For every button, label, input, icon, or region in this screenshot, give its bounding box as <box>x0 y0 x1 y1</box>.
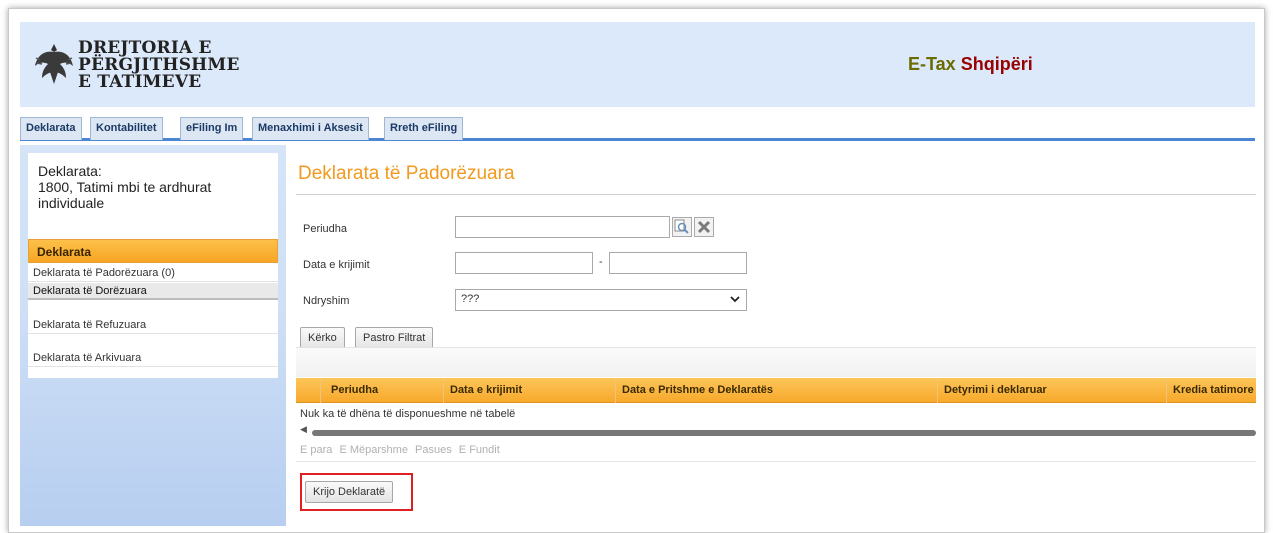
change-label: Ndryshim <box>303 295 350 307</box>
tab-kontabilitet[interactable]: Kontabilitet <box>90 117 163 140</box>
dpt-logo[interactable]: DREJTORIA E PËRGJITHSHME E TATIMEVE <box>34 32 244 96</box>
sidebar-title-line-2: 1800, Tatimi mbi te ardhurat <box>38 179 212 195</box>
chevron-down-icon <box>730 294 740 307</box>
create-declaration-button[interactable]: Krijo Deklaratë <box>305 481 394 503</box>
sidebar: Deklarata: 1800, Tatimi mbi te ardhurat … <box>20 145 286 526</box>
page-header: DREJTORIA E PËRGJITHSHME E TATIMEVE E-Ta… <box>20 22 1255 107</box>
grid-col-data-pritshme[interactable]: Data e Pritshme e Deklaratës <box>615 378 937 403</box>
date-separator: - <box>599 256 603 268</box>
pager-last[interactable]: E Fundit <box>459 444 500 456</box>
page-title: Deklarata të Padorëzuara <box>298 163 515 184</box>
brand-etax: E-Tax <box>908 54 956 74</box>
logo-text: DREJTORIA E PËRGJITHSHME E TATIMEVE <box>78 40 240 91</box>
pager-first[interactable]: E para <box>300 444 332 456</box>
brand-country: Shqipëri <box>960 54 1033 74</box>
grid-empty-message: Nuk ka të dhëna të disponueshme në tabel… <box>300 408 516 420</box>
sidebar-title-line-1: Deklarata: <box>38 163 102 179</box>
clear-filters-button[interactable]: Pastro Filtrat <box>355 327 434 349</box>
tab-deklarata[interactable]: Deklarata <box>20 117 82 140</box>
main-tabbar: Deklarata Kontabilitet eFiling Im Menaxh… <box>20 117 1255 141</box>
period-search-icon[interactable] <box>672 217 692 237</box>
change-select-value: ??? <box>461 293 480 305</box>
tab-efiling-im[interactable]: eFiling Im <box>180 117 244 140</box>
pager-next[interactable]: Pasues <box>415 444 452 456</box>
sidebar-title: Deklarata: 1800, Tatimi mbi te ardhurat … <box>38 163 273 211</box>
grid-header-spacer <box>296 378 320 403</box>
change-select[interactable]: ??? <box>455 289 747 311</box>
sidebar-item-dorezuara[interactable]: Deklarata të Dorëzuara <box>28 283 278 300</box>
main-content: Deklarata të Padorëzuara Periudha Data e… <box>288 145 1256 526</box>
grid-col-detyrimi[interactable]: Detyrimi i deklaruar <box>937 378 1166 403</box>
sidebar-item-refuzuara[interactable]: Deklarata të Refuzuara <box>28 317 278 334</box>
tab-rreth-efiling[interactable]: Rreth eFiling <box>384 117 464 140</box>
eagle-emblem-icon <box>34 42 74 86</box>
date-to-input[interactable] <box>609 252 747 274</box>
logo-line-3: E TATIMEVE <box>78 72 202 92</box>
pager-previous[interactable]: E Mëparshme <box>339 444 407 456</box>
search-button[interactable]: Kërko <box>300 327 345 349</box>
sidebar-section-header[interactable]: Deklarata <box>28 239 278 263</box>
create-button-highlight: Krijo Deklaratë <box>300 473 413 511</box>
grid-col-periudha[interactable]: Periudha <box>320 378 443 403</box>
app-window: DREJTORIA E PËRGJITHSHME E TATIMEVE E-Ta… <box>8 8 1265 533</box>
sidebar-item-arkivuara[interactable]: Deklarata të Arkivuara <box>28 350 278 367</box>
period-label: Periudha <box>303 223 348 235</box>
sidebar-title-line-3: individuale <box>38 195 105 211</box>
brand-title: E-Tax Shqipëri <box>908 54 1033 75</box>
scrollbar-thumb[interactable] <box>312 430 1256 436</box>
scroll-left-icon[interactable]: ◀ <box>300 425 307 435</box>
period-input[interactable] <box>455 216 670 238</box>
date-from-input[interactable] <box>455 252 593 274</box>
tab-menaxhimi-aksesit[interactable]: Menaxhimi i Aksesit <box>252 117 369 140</box>
sidebar-item-padorezuara[interactable]: Deklarata të Padorëzuara (0) <box>28 265 278 282</box>
grid-col-data-krijimit[interactable]: Data e krijimit <box>443 378 615 403</box>
grid-col-kredia[interactable]: Kredia tatimore <box>1166 378 1256 403</box>
title-divider <box>296 194 1256 195</box>
grid-pager: E para E Mëparshme Pasues E Fundit <box>300 444 504 456</box>
period-clear-icon[interactable] <box>694 217 714 237</box>
grid-toolbar <box>296 347 1256 377</box>
sidebar-panel: Deklarata: 1800, Tatimi mbi te ardhurat … <box>28 153 278 378</box>
pager-divider <box>296 461 1256 462</box>
grid-header: Periudha Data e krijimit Data e Pritshme… <box>296 378 1256 403</box>
date-created-label: Data e krijimit <box>303 259 370 271</box>
grid-horizontal-scrollbar[interactable]: ◀ <box>298 425 1256 438</box>
